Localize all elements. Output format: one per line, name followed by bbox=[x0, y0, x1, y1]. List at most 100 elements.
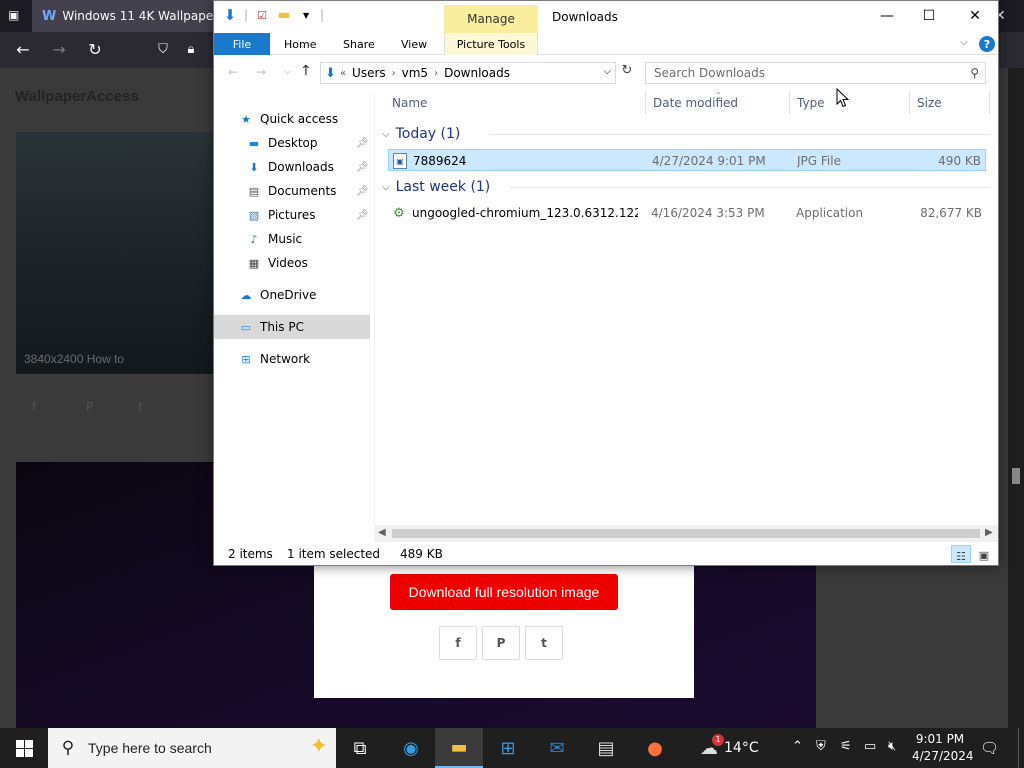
tab-view[interactable]: View bbox=[393, 33, 435, 55]
share-facebook-button[interactable]: f bbox=[439, 626, 477, 660]
customize-toolbar-icon[interactable]: ▼ bbox=[298, 7, 314, 23]
maximize-icon: ☐ bbox=[922, 8, 936, 24]
nav-videos[interactable]: ▦ Videos bbox=[214, 251, 370, 275]
shield-icon[interactable]: ⛉ bbox=[152, 39, 174, 61]
taskbar-search-box[interactable]: ⚲ Type here to search ✦ bbox=[48, 728, 336, 768]
start-button[interactable] bbox=[0, 728, 48, 768]
music-icon: ♪ bbox=[250, 232, 258, 246]
expand-ribbon-icon[interactable]: ⌵ bbox=[960, 37, 968, 48]
forward-icon[interactable]: → bbox=[48, 39, 70, 61]
edge-button[interactable]: ◉ bbox=[387, 728, 435, 768]
share-pinterest-button[interactable]: P bbox=[482, 626, 520, 660]
list-all-tabs-icon[interactable]: ▣ bbox=[8, 8, 24, 24]
manage-context-tab[interactable]: Manage bbox=[444, 5, 538, 33]
reload-icon[interactable]: ↻ bbox=[84, 39, 106, 61]
large-icons-view-button[interactable]: ▣ bbox=[974, 545, 994, 563]
cloud-icon: ☁ bbox=[240, 288, 252, 302]
nav-music[interactable]: ♪ Music bbox=[214, 227, 370, 251]
minimize-button[interactable]: — bbox=[864, 1, 910, 31]
breadcrumb-downloads[interactable]: Downloads bbox=[444, 66, 510, 80]
maximize-button[interactable]: ☐ bbox=[906, 1, 952, 31]
pane-divider[interactable] bbox=[374, 93, 375, 533]
breadcrumb-vm5[interactable]: vm5 bbox=[402, 66, 428, 80]
back-arrow-icon[interactable]: ← bbox=[228, 65, 238, 79]
display-icon[interactable]: ▭ bbox=[864, 739, 876, 754]
column-type[interactable]: Type bbox=[797, 96, 825, 110]
site-logo-text[interactable]: WallpaperAccess bbox=[15, 88, 139, 105]
properties-icon[interactable]: ☑ bbox=[254, 7, 270, 23]
tab-picture-tools[interactable]: Picture Tools bbox=[444, 33, 538, 55]
show-desktop-button[interactable] bbox=[1018, 728, 1024, 768]
file-row[interactable]: ▣ 7889624 4/27/2024 9:01 PM JPG File 490… bbox=[388, 149, 986, 171]
wallpaper-thumbnail[interactable]: 3840x2400 How to bbox=[16, 132, 216, 374]
breadcrumb-users[interactable]: Users bbox=[352, 66, 386, 80]
firefox-button[interactable]: ● bbox=[631, 728, 679, 768]
twitter-icon[interactable]: t bbox=[138, 400, 154, 414]
refresh-icon[interactable]: ↻ bbox=[618, 63, 636, 83]
breadcrumb-chevron-icon[interactable]: › bbox=[434, 68, 438, 79]
share-twitter-button[interactable]: t bbox=[525, 626, 563, 660]
column-size[interactable]: Size bbox=[917, 96, 942, 110]
column-name[interactable]: Name bbox=[392, 96, 427, 110]
nav-downloads[interactable]: ⬇ Downloads 📌︎ bbox=[214, 155, 370, 179]
notifications-icon[interactable]: 🗨︎ bbox=[980, 739, 999, 757]
group-header-last-week[interactable]: ⌵ Last week (1) bbox=[382, 176, 990, 198]
taskbar: ⚲ Type here to search ✦ ⧉ ◉ ▬ ⊞ ✉ ▤ ● ☁ 1… bbox=[0, 728, 1024, 768]
file-row[interactable]: ⚙ ungoogled-chromium_123.0.6312.122-1...… bbox=[388, 202, 986, 224]
up-arrow-icon[interactable]: ↑ bbox=[300, 63, 312, 79]
details-view-button[interactable]: ☷ bbox=[951, 545, 971, 563]
store-button[interactable]: ⊞ bbox=[484, 728, 532, 768]
nav-pictures[interactable]: ▧ Pictures 📌︎ bbox=[214, 203, 370, 227]
help-icon[interactable]: ? bbox=[979, 36, 995, 52]
breadcrumb-overflow[interactable]: « bbox=[340, 68, 346, 79]
recent-locations-icon[interactable]: ⌵ bbox=[284, 67, 291, 77]
nav-desktop[interactable]: ▬ Desktop 📌︎ bbox=[214, 131, 370, 155]
breadcrumb-chevron-icon[interactable]: › bbox=[392, 68, 396, 79]
computer-icon: ▭ bbox=[240, 320, 252, 334]
clock[interactable]: 9:01 PM 4/27/2024 bbox=[912, 731, 974, 765]
group-header-today[interactable]: ⌵ Today (1) bbox=[382, 123, 990, 145]
back-icon[interactable]: ← bbox=[12, 39, 34, 61]
close-button[interactable]: ✕ bbox=[952, 1, 998, 31]
search-highlight-icon[interactable]: ✦ bbox=[310, 734, 328, 759]
nav-quick-access[interactable]: ★ Quick access bbox=[214, 107, 370, 131]
search-input[interactable]: Search Downloads ⚲ bbox=[645, 62, 986, 84]
page-scrollbar-thumb[interactable] bbox=[1012, 468, 1020, 484]
horizontal-scrollbar[interactable]: ◀ ▶ bbox=[374, 525, 998, 542]
download-full-resolution-button[interactable]: Download full resolution image bbox=[390, 574, 618, 610]
ribbon-tabs: File Home Share View Picture Tools ⌵ ? bbox=[214, 33, 998, 55]
nav-documents[interactable]: ▤ Documents 📌︎ bbox=[214, 179, 370, 203]
mail-button[interactable]: ✉ bbox=[533, 728, 581, 768]
nav-label: Network bbox=[260, 352, 311, 366]
explorer-title-bar[interactable]: ⬇ | ☑ ▬ ▼ | Manage Downloads — ☐ ✕ bbox=[214, 1, 998, 33]
download-folder-icon[interactable]: ⬇ bbox=[222, 6, 238, 24]
horizontal-scrollbar-thumb[interactable] bbox=[392, 529, 980, 538]
file-explorer-button[interactable]: ▬ bbox=[435, 728, 483, 768]
nav-this-pc[interactable]: ▭ This PC bbox=[214, 315, 370, 339]
page-scrollbar[interactable] bbox=[1008, 68, 1024, 728]
browser-tab[interactable]: W Windows 11 4K Wallpapers - bbox=[32, 0, 214, 32]
search-icon[interactable]: ⚲ bbox=[970, 66, 979, 80]
address-dropdown-icon[interactable]: ⌵ bbox=[603, 66, 611, 77]
tab-share[interactable]: Share bbox=[335, 33, 383, 55]
facebook-icon[interactable]: f bbox=[32, 400, 48, 414]
security-shield-icon[interactable]: ⛨ bbox=[816, 739, 826, 754]
nav-onedrive[interactable]: ☁ OneDrive bbox=[214, 283, 370, 307]
weather-widget[interactable]: ☁ 1 14°C bbox=[700, 728, 759, 768]
show-hidden-icons-icon[interactable]: ⌃ bbox=[792, 739, 803, 754]
scroll-right-icon[interactable]: ▶ bbox=[985, 527, 993, 538]
task-view-button[interactable]: ⧉ bbox=[336, 728, 384, 768]
pinterest-icon[interactable]: P bbox=[86, 400, 102, 414]
address-bar[interactable]: ⬇ « Users › vm5 › Downloads ⌵ bbox=[320, 62, 616, 84]
scroll-left-icon[interactable]: ◀ bbox=[378, 527, 386, 538]
app-button[interactable]: ▤ bbox=[582, 728, 630, 768]
forward-arrow-icon[interactable]: → bbox=[256, 65, 266, 79]
nav-network[interactable]: ⊞ Network bbox=[214, 347, 370, 371]
tab-file[interactable]: File bbox=[214, 33, 270, 55]
volume-muted-icon[interactable]: 🔇︎ bbox=[888, 739, 896, 754]
new-folder-icon[interactable]: ▬ bbox=[276, 7, 292, 23]
lock-icon[interactable]: 🔒︎ bbox=[180, 39, 202, 61]
column-date-modified[interactable]: Date modified bbox=[653, 96, 738, 110]
tab-home[interactable]: Home bbox=[276, 33, 324, 55]
network-icon[interactable]: ⚟ bbox=[840, 739, 852, 754]
